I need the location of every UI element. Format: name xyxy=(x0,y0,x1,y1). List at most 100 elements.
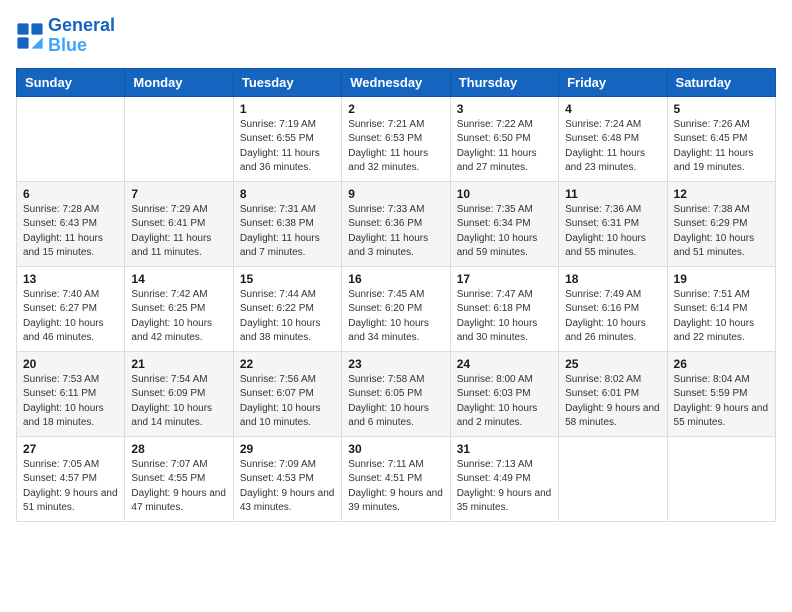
day-info: Sunrise: 7:09 AMSunset: 4:53 PMDaylight:… xyxy=(240,458,335,516)
weekday-header-monday: Monday xyxy=(125,68,233,96)
day-info: Sunrise: 7:54 AMSunset: 6:09 PMDaylight:… xyxy=(131,373,226,431)
day-number: 25 xyxy=(565,357,660,371)
week-row-1: 1 Sunrise: 7:19 AMSunset: 6:55 PMDaylight… xyxy=(17,96,776,181)
day-number: 11 xyxy=(565,187,660,201)
day-info: Sunrise: 7:21 AMSunset: 6:53 PMDaylight:… xyxy=(348,118,443,176)
calendar-cell: 18 Sunrise: 7:49 AMSunset: 6:16 PMDayligh… xyxy=(559,266,667,351)
calendar-cell: 4 Sunrise: 7:24 AMSunset: 6:48 PMDaylight… xyxy=(559,96,667,181)
day-number: 20 xyxy=(23,357,118,371)
day-number: 19 xyxy=(674,272,769,286)
calendar-cell: 30Sunrise: 7:11 AMSunset: 4:51 PMDayligh… xyxy=(342,436,450,521)
calendar-cell: 16 Sunrise: 7:45 AMSunset: 6:20 PMDayligh… xyxy=(342,266,450,351)
calendar-cell: 24 Sunrise: 8:00 AMSunset: 6:03 PMDayligh… xyxy=(450,351,558,436)
day-info: Sunrise: 7:26 AMSunset: 6:45 PMDaylight:… xyxy=(674,118,769,176)
day-info: Sunrise: 7:19 AMSunset: 6:55 PMDaylight:… xyxy=(240,118,335,176)
calendar-cell: 23 Sunrise: 7:58 AMSunset: 6:05 PMDayligh… xyxy=(342,351,450,436)
calendar-cell: 19Sunrise: 7:51 AMSunset: 6:14 PMDayligh… xyxy=(667,266,775,351)
day-info: Sunrise: 7:36 AMSunset: 6:31 PMDaylight:… xyxy=(565,203,660,261)
calendar-cell: 27Sunrise: 7:05 AMSunset: 4:57 PMDayligh… xyxy=(17,436,125,521)
day-info: Sunrise: 7:38 AMSunset: 6:29 PMDaylight:… xyxy=(674,203,769,261)
calendar-cell: 21 Sunrise: 7:54 AMSunset: 6:09 PMDayligh… xyxy=(125,351,233,436)
calendar-cell: 13 Sunrise: 7:40 AMSunset: 6:27 PMDayligh… xyxy=(17,266,125,351)
calendar-cell: 28Sunrise: 7:07 AMSunset: 4:55 PMDayligh… xyxy=(125,436,233,521)
page-header: GeneralBlue xyxy=(16,16,776,56)
week-row-3: 13 Sunrise: 7:40 AMSunset: 6:27 PMDayligh… xyxy=(17,266,776,351)
calendar-cell: 8 Sunrise: 7:31 AMSunset: 6:38 PMDaylight… xyxy=(233,181,341,266)
calendar-cell: 11 Sunrise: 7:36 AMSunset: 6:31 PMDayligh… xyxy=(559,181,667,266)
day-number: 3 xyxy=(457,102,552,116)
calendar-cell: 5 Sunrise: 7:26 AMSunset: 6:45 PMDaylight… xyxy=(667,96,775,181)
day-info: Sunrise: 7:44 AMSunset: 6:22 PMDaylight:… xyxy=(240,288,335,346)
calendar-cell: 10 Sunrise: 7:35 AMSunset: 6:34 PMDayligh… xyxy=(450,181,558,266)
day-info: Sunrise: 7:35 AMSunset: 6:34 PMDaylight:… xyxy=(457,203,552,261)
day-info: Sunrise: 8:00 AMSunset: 6:03 PMDaylight:… xyxy=(457,373,552,431)
day-number: 30 xyxy=(348,442,443,456)
week-row-2: 6 Sunrise: 7:28 AMSunset: 6:43 PMDaylight… xyxy=(17,181,776,266)
day-info: Sunrise: 7:33 AMSunset: 6:36 PMDaylight:… xyxy=(348,203,443,261)
calendar-cell: 25 Sunrise: 8:02 AMSunset: 6:01 PMDayligh… xyxy=(559,351,667,436)
week-row-4: 20 Sunrise: 7:53 AMSunset: 6:11 PMDayligh… xyxy=(17,351,776,436)
day-info: Sunrise: 7:45 AMSunset: 6:20 PMDaylight:… xyxy=(348,288,443,346)
day-number: 12 xyxy=(674,187,769,201)
day-info: Sunrise: 7:28 AMSunset: 6:43 PMDaylight:… xyxy=(23,203,118,261)
day-info: Sunrise: 7:42 AMSunset: 6:25 PMDaylight:… xyxy=(131,288,226,346)
day-info: Sunrise: 7:53 AMSunset: 6:11 PMDaylight:… xyxy=(23,373,118,431)
day-number: 16 xyxy=(348,272,443,286)
day-number: 1 xyxy=(240,102,335,116)
day-number: 29 xyxy=(240,442,335,456)
weekday-header-tuesday: Tuesday xyxy=(233,68,341,96)
day-number: 23 xyxy=(348,357,443,371)
day-number: 13 xyxy=(23,272,118,286)
calendar-cell: 31 Sunrise: 7:13 AMSunset: 4:49 PMDayligh… xyxy=(450,436,558,521)
calendar-cell: 20 Sunrise: 7:53 AMSunset: 6:11 PMDayligh… xyxy=(17,351,125,436)
calendar-cell: 3 Sunrise: 7:22 AMSunset: 6:50 PMDaylight… xyxy=(450,96,558,181)
day-info: Sunrise: 7:22 AMSunset: 6:50 PMDaylight:… xyxy=(457,118,552,176)
day-number: 10 xyxy=(457,187,552,201)
day-number: 26 xyxy=(674,357,769,371)
weekday-header-sunday: Sunday xyxy=(17,68,125,96)
calendar-cell: 26 Sunrise: 8:04 AMSunset: 5:59 PMDayligh… xyxy=(667,351,775,436)
day-number: 8 xyxy=(240,187,335,201)
calendar-cell: 15 Sunrise: 7:44 AMSunset: 6:22 PMDayligh… xyxy=(233,266,341,351)
weekday-header-saturday: Saturday xyxy=(667,68,775,96)
day-number: 31 xyxy=(457,442,552,456)
day-info: Sunrise: 8:04 AMSunset: 5:59 PMDaylight:… xyxy=(674,373,769,431)
logo-text: GeneralBlue xyxy=(48,16,115,56)
day-info: Sunrise: 7:29 AMSunset: 6:41 PMDaylight:… xyxy=(131,203,226,261)
weekday-header-friday: Friday xyxy=(559,68,667,96)
day-number: 7 xyxy=(131,187,226,201)
calendar: SundayMondayTuesdayWednesdayThursdayFrid… xyxy=(16,68,776,522)
day-info: Sunrise: 7:05 AMSunset: 4:57 PMDaylight:… xyxy=(23,458,118,516)
calendar-cell xyxy=(559,436,667,521)
day-number: 28 xyxy=(131,442,226,456)
day-info: Sunrise: 7:24 AMSunset: 6:48 PMDaylight:… xyxy=(565,118,660,176)
calendar-cell: 1 Sunrise: 7:19 AMSunset: 6:55 PMDaylight… xyxy=(233,96,341,181)
day-info: Sunrise: 7:49 AMSunset: 6:16 PMDaylight:… xyxy=(565,288,660,346)
day-number: 18 xyxy=(565,272,660,286)
weekday-header-thursday: Thursday xyxy=(450,68,558,96)
day-info: Sunrise: 8:02 AMSunset: 6:01 PMDaylight:… xyxy=(565,373,660,431)
weekday-header-row: SundayMondayTuesdayWednesdayThursdayFrid… xyxy=(17,68,776,96)
day-number: 24 xyxy=(457,357,552,371)
day-info: Sunrise: 7:13 AMSunset: 4:49 PMDaylight:… xyxy=(457,458,552,516)
logo: GeneralBlue xyxy=(16,16,115,56)
logo-icon xyxy=(16,22,44,50)
day-number: 21 xyxy=(131,357,226,371)
calendar-cell: 7 Sunrise: 7:29 AMSunset: 6:41 PMDaylight… xyxy=(125,181,233,266)
day-info: Sunrise: 7:58 AMSunset: 6:05 PMDaylight:… xyxy=(348,373,443,431)
day-info: Sunrise: 7:47 AMSunset: 6:18 PMDaylight:… xyxy=(457,288,552,346)
day-number: 6 xyxy=(23,187,118,201)
day-number: 4 xyxy=(565,102,660,116)
calendar-cell: 9Sunrise: 7:33 AMSunset: 6:36 PMDaylight… xyxy=(342,181,450,266)
week-row-5: 27Sunrise: 7:05 AMSunset: 4:57 PMDayligh… xyxy=(17,436,776,521)
calendar-cell xyxy=(667,436,775,521)
day-info: Sunrise: 7:31 AMSunset: 6:38 PMDaylight:… xyxy=(240,203,335,261)
day-number: 14 xyxy=(131,272,226,286)
day-info: Sunrise: 7:40 AMSunset: 6:27 PMDaylight:… xyxy=(23,288,118,346)
calendar-cell: 22Sunrise: 7:56 AMSunset: 6:07 PMDayligh… xyxy=(233,351,341,436)
calendar-cell: 17Sunrise: 7:47 AMSunset: 6:18 PMDayligh… xyxy=(450,266,558,351)
day-number: 15 xyxy=(240,272,335,286)
day-number: 5 xyxy=(674,102,769,116)
day-number: 2 xyxy=(348,102,443,116)
calendar-cell: 12 Sunrise: 7:38 AMSunset: 6:29 PMDayligh… xyxy=(667,181,775,266)
